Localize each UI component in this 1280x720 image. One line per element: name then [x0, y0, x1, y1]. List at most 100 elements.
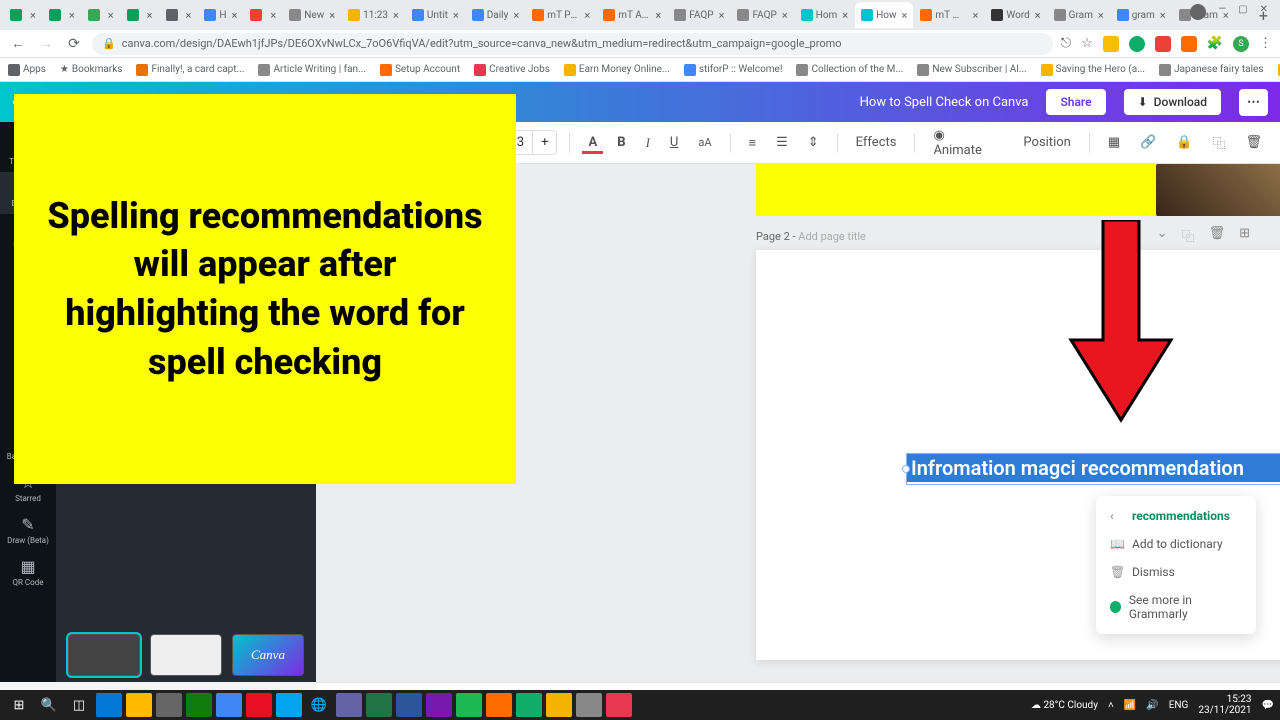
browser-tab[interactable]: New×: [283, 2, 341, 28]
star-icon[interactable]: ☆: [1081, 36, 1093, 51]
weather-widget[interactable]: ☁ 28°C Cloudy: [1031, 700, 1098, 711]
apps-button[interactable]: Apps: [8, 64, 46, 76]
profile-icon[interactable]: S: [1233, 36, 1249, 52]
start-button[interactable]: ⊞: [6, 693, 32, 717]
transparency-button[interactable]: ▦: [1102, 131, 1126, 154]
bookmark-item[interactable]: New Subscriber | Al...: [917, 64, 1026, 76]
bookmark-item[interactable]: Saving the Hero (a...: [1041, 64, 1145, 76]
delete-page-icon[interactable]: 🗑: [1209, 226, 1226, 245]
browser-tab[interactable]: ×: [4, 2, 42, 28]
page-label[interactable]: Page 2 - Add page title: [756, 230, 866, 243]
effects-button[interactable]: Effects: [850, 131, 903, 154]
taskbar-app[interactable]: [516, 693, 542, 717]
taskbar-app[interactable]: [186, 693, 212, 717]
text-element[interactable]: Infromation magci reccommendation 3: [906, 453, 1280, 485]
taskbar-app[interactable]: [606, 693, 632, 717]
browser-tab[interactable]: How×: [855, 2, 913, 28]
grammarly-ext-icon[interactable]: [1129, 36, 1145, 52]
more-button[interactable]: ⋯: [1239, 89, 1268, 116]
search-button[interactable]: 🔍: [36, 693, 62, 717]
browser-tab[interactable]: mT Masc×: [914, 2, 984, 28]
menu-icon[interactable]: ⋮: [1259, 36, 1272, 51]
bookmark-item[interactable]: Earn Money Online...: [564, 64, 670, 76]
underline-button[interactable]: U: [664, 131, 684, 154]
bookmark-item[interactable]: Creative Jobs: [474, 64, 550, 76]
browser-tab[interactable]: 11:23×: [342, 2, 405, 28]
browser-tab[interactable]: H×: [198, 2, 243, 28]
extensions-icon[interactable]: 🧩: [1207, 36, 1223, 51]
taskbar-app[interactable]: [126, 693, 152, 717]
dismiss-button[interactable]: 🗑Dismiss: [1096, 558, 1256, 586]
browser-tab[interactable]: FAQP×: [731, 2, 793, 28]
bookmark-item[interactable]: stiforP :: Welcome!: [684, 64, 783, 76]
notifications-icon[interactable]: 💬: [1262, 700, 1274, 711]
rail-draw (beta)[interactable]: ✎Draw (Beta): [0, 509, 56, 551]
browser-tab[interactable]: ×: [43, 2, 81, 28]
taskbar-app[interactable]: [336, 693, 362, 717]
page-thumb[interactable]: [68, 634, 140, 676]
italic-button[interactable]: I: [640, 131, 656, 155]
see-more-button[interactable]: See more in Grammarly: [1096, 586, 1256, 628]
clock[interactable]: 15:2323/11/2021: [1198, 694, 1251, 716]
taskbar-app[interactable]: [276, 693, 302, 717]
browser-tab[interactable]: Word×: [985, 2, 1046, 28]
bookmark-item[interactable]: Collection of the M...: [796, 64, 903, 76]
list-button[interactable]: ☰: [770, 131, 794, 154]
taskbar-app[interactable]: [486, 693, 512, 717]
minimize-button[interactable]: —: [1218, 4, 1226, 20]
share-button[interactable]: Share: [1046, 89, 1105, 115]
spacing-button[interactable]: ⇕: [802, 131, 825, 154]
bookmark-item[interactable]: Finally!, a card capt...: [136, 64, 244, 76]
taskbar-app[interactable]: [576, 693, 602, 717]
task-view-button[interactable]: ◫: [66, 693, 92, 717]
page-thumb[interactable]: [150, 634, 222, 676]
bookmark-item[interactable]: Setup Account: [380, 64, 460, 76]
taskbar-app[interactable]: [456, 693, 482, 717]
case-button[interactable]: aA: [692, 132, 717, 153]
network-icon[interactable]: 📶: [1124, 700, 1136, 711]
ext-icon[interactable]: [1103, 36, 1119, 52]
delete-button[interactable]: 🗑: [1240, 131, 1269, 154]
browser-tab[interactable]: mT Add×: [597, 2, 667, 28]
resize-handle[interactable]: [902, 465, 910, 473]
ext-icon[interactable]: [1181, 36, 1197, 52]
browser-tab[interactable]: ×: [82, 2, 120, 28]
browser-tab[interactable]: FAQP×: [668, 2, 730, 28]
back-button[interactable]: ←: [8, 35, 28, 52]
align-button[interactable]: ≡: [743, 131, 763, 155]
bookmark-item[interactable]: Article Writing | fan...: [258, 64, 366, 76]
browser-tab[interactable]: gram×: [1111, 2, 1172, 28]
browser-tab[interactable]: Gram×: [1048, 2, 1110, 28]
taskbar-app[interactable]: [426, 693, 452, 717]
browser-tab[interactable]: ×: [121, 2, 159, 28]
bookmark-item[interactable]: ★ Bookmarks: [60, 64, 123, 75]
reload-button[interactable]: ⟳: [64, 36, 84, 52]
canva-logo-thumb[interactable]: Canva: [232, 634, 304, 676]
page-canvas[interactable]: Infromation magci reccommendation 3 ‹rec…: [756, 250, 1280, 660]
avatar-icon[interactable]: [1190, 4, 1206, 20]
increase-button[interactable]: +: [533, 131, 556, 154]
link-button[interactable]: 🔗: [1134, 131, 1162, 154]
taskbar-chrome[interactable]: 🌐: [306, 693, 332, 717]
maximize-button[interactable]: ▢: [1238, 4, 1247, 20]
ext-icon[interactable]: [1155, 36, 1171, 52]
forward-button[interactable]: →: [36, 35, 56, 52]
taskbar-app[interactable]: [216, 693, 242, 717]
design-title[interactable]: How to Spell Check on Canva: [860, 95, 1029, 110]
tray-chevron[interactable]: ˄: [1108, 700, 1114, 711]
taskbar-app[interactable]: [246, 693, 272, 717]
close-button[interactable]: ✕: [1260, 4, 1268, 20]
add-dictionary-button[interactable]: 📖Add to dictionary: [1096, 530, 1256, 558]
duplicate-page-icon[interactable]: ⿻: [1182, 226, 1195, 245]
text-color-button[interactable]: A: [582, 131, 603, 154]
browser-tab[interactable]: mT Posts×: [526, 2, 596, 28]
lock-button[interactable]: 🔒: [1170, 131, 1198, 154]
taskbar-app[interactable]: [546, 693, 572, 717]
browser-tab[interactable]: ×: [160, 2, 198, 28]
browser-tab[interactable]: Untit×: [406, 2, 465, 28]
copy-button[interactable]: ⿻: [1206, 129, 1231, 156]
taskbar-app[interactable]: [96, 693, 122, 717]
volume-icon[interactable]: 🔊: [1146, 700, 1158, 711]
rail-qr code[interactable]: ▦QR Code: [0, 551, 56, 593]
position-button[interactable]: Position: [1017, 131, 1076, 154]
